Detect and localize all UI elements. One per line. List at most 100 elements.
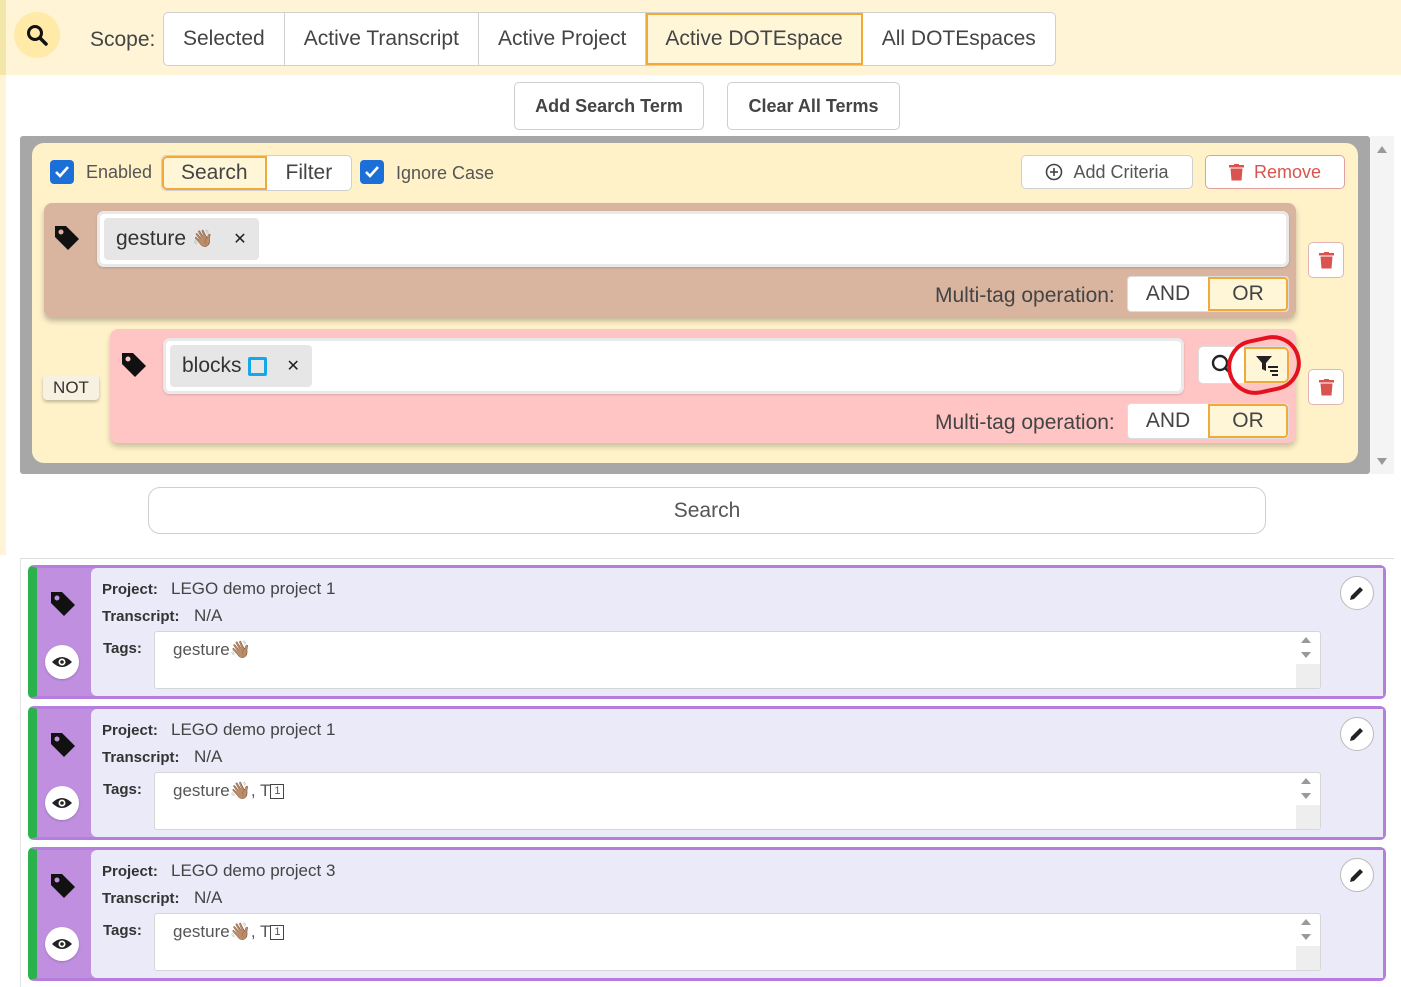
multi-tag-operation-label: Multi-tag operation:: [935, 411, 1115, 434]
textarea-scroll-up-icon[interactable]: [1301, 919, 1311, 925]
edit-button[interactable]: [1340, 717, 1374, 751]
scope-active-project-button[interactable]: Active Project: [478, 13, 647, 65]
project-value: LEGO demo project 3: [171, 861, 336, 880]
tag-chip: blocks ✕: [170, 345, 312, 387]
edit-button[interactable]: [1340, 858, 1374, 892]
project-value: LEGO demo project 1: [171, 720, 336, 739]
waving-hand-icon: 👋🏽: [229, 781, 251, 800]
tag-icon: [51, 874, 75, 898]
multi-tag-operation-toggle: AND OR: [1127, 276, 1289, 312]
result-details: Project: LEGO demo project 3 Transcript:…: [91, 850, 1383, 978]
tags-text: gesture👋🏽, T1: [173, 781, 285, 801]
pencil-icon: [1350, 587, 1363, 600]
delete-term-button[interactable]: [1308, 369, 1344, 405]
textarea-scroll-down-icon[interactable]: [1301, 934, 1311, 940]
mode-filter-button[interactable]: Filter: [267, 156, 352, 190]
checkmark-icon: [55, 166, 69, 178]
or-button[interactable]: OR: [1208, 404, 1288, 438]
scroll-down-arrow-icon[interactable]: [1377, 458, 1387, 465]
tags-label: Tags:: [103, 922, 142, 939]
project-label: Project:: [102, 581, 158, 598]
not-badge[interactable]: NOT: [43, 375, 99, 400]
tags-label: Tags:: [103, 640, 142, 657]
scope-active-transcript-button[interactable]: Active Transcript: [284, 13, 479, 65]
clear-all-terms-button[interactable]: Clear All Terms: [727, 82, 900, 130]
tag-icon: [55, 226, 79, 250]
view-button[interactable]: [45, 786, 79, 820]
result-sidebar: [37, 709, 91, 837]
eye-icon: [52, 798, 72, 808]
scope-active-dotespace-button[interactable]: Active DOTEspace: [646, 13, 863, 65]
transcript-label: Transcript:: [102, 749, 180, 766]
project-label: Project:: [102, 722, 158, 739]
remove-criteria-button[interactable]: Remove: [1205, 155, 1345, 189]
transcript-value: N/A: [194, 747, 223, 766]
tags-textarea[interactable]: gesture👋🏽, T1: [154, 913, 1321, 971]
project-value: LEGO demo project 1: [171, 579, 336, 598]
waving-hand-icon: 👋🏽: [229, 640, 251, 659]
keycap-one-icon: 1: [270, 784, 285, 800]
and-button[interactable]: AND: [1128, 277, 1208, 311]
eye-icon: [52, 939, 72, 949]
resize-handle-icon[interactable]: [1296, 664, 1320, 688]
tag-input[interactable]: gesture 👋🏽 ✕: [97, 211, 1289, 267]
tags-text: gesture👋🏽: [173, 640, 251, 659]
scope-all-dotespaces-button[interactable]: All DOTEspaces: [862, 13, 1055, 65]
resize-handle-icon[interactable]: [1296, 805, 1320, 829]
view-button[interactable]: [45, 927, 79, 961]
tag-chip: gesture 👋🏽 ✕: [104, 218, 259, 260]
keycap-one-icon: 1: [270, 925, 285, 941]
multi-tag-operation-toggle: AND OR: [1127, 403, 1289, 439]
left-accent-strip: [0, 75, 6, 555]
edit-button[interactable]: [1340, 576, 1374, 610]
textarea-scroll-up-icon[interactable]: [1301, 778, 1311, 784]
blue-square-icon: [247, 356, 267, 376]
enabled-checkbox[interactable]: [50, 160, 74, 184]
result-card: Project: LEGO demo project 1 Transcript:…: [28, 565, 1386, 699]
transcript-label: Transcript:: [102, 608, 180, 625]
search-filter-toggle: Search Filter: [161, 155, 353, 191]
and-button[interactable]: AND: [1128, 404, 1208, 438]
remove-tag-icon[interactable]: ✕: [233, 229, 246, 249]
ignore-case-checkbox[interactable]: [360, 160, 384, 184]
tags-text: gesture👋🏽, T1: [173, 922, 285, 942]
trash-icon: [1318, 378, 1334, 395]
pencil-icon: [1350, 869, 1363, 882]
delete-term-button[interactable]: [1308, 242, 1344, 278]
waving-hand-icon: 👋🏽: [229, 922, 251, 941]
tags-textarea[interactable]: gesture👋🏽: [154, 631, 1321, 689]
search-button[interactable]: Search: [148, 487, 1266, 534]
resize-handle-icon[interactable]: [1296, 946, 1320, 970]
textarea-scroll-down-icon[interactable]: [1301, 793, 1311, 799]
remove-label: Remove: [1253, 161, 1322, 182]
tag-chip-label: blocks: [182, 354, 242, 377]
or-button[interactable]: OR: [1208, 277, 1288, 311]
result-card: Project: LEGO demo project 3 Transcript:…: [28, 847, 1386, 981]
search-toggle-button[interactable]: [14, 12, 60, 58]
criteria-scrollbar[interactable]: [1370, 136, 1394, 474]
search-icon: [27, 25, 48, 46]
add-criteria-label: Add Criteria: [1073, 161, 1169, 182]
plus-circle-icon: [1046, 163, 1063, 181]
result-sidebar: [37, 568, 91, 696]
scope-selected-button[interactable]: Selected: [164, 13, 285, 65]
remove-tag-icon[interactable]: ✕: [287, 356, 300, 376]
waving-hand-icon: 👋🏽: [192, 229, 214, 248]
mode-search-button[interactable]: Search: [162, 156, 267, 190]
textarea-scroll-up-icon[interactable]: [1301, 637, 1311, 643]
add-search-term-button[interactable]: Add Search Term: [514, 82, 704, 130]
result-sidebar: [37, 850, 91, 978]
ignore-case-label: Ignore Case: [396, 163, 495, 183]
result-details: Project: LEGO demo project 1 Transcript:…: [91, 568, 1383, 696]
pencil-icon: [1350, 728, 1363, 741]
textarea-scroll-down-icon[interactable]: [1301, 652, 1311, 658]
view-button[interactable]: [45, 645, 79, 679]
tag-input[interactable]: blocks ✕: [163, 338, 1184, 394]
tags-label: Tags:: [103, 781, 142, 798]
result-details: Project: LEGO demo project 1 Transcript:…: [91, 709, 1383, 837]
add-criteria-button[interactable]: Add Criteria: [1021, 155, 1193, 189]
transcript-label: Transcript:: [102, 890, 180, 907]
result-card: Project: LEGO demo project 1 Transcript:…: [28, 706, 1386, 840]
tags-textarea[interactable]: gesture👋🏽, T1: [154, 772, 1321, 830]
scroll-up-arrow-icon[interactable]: [1377, 146, 1387, 153]
